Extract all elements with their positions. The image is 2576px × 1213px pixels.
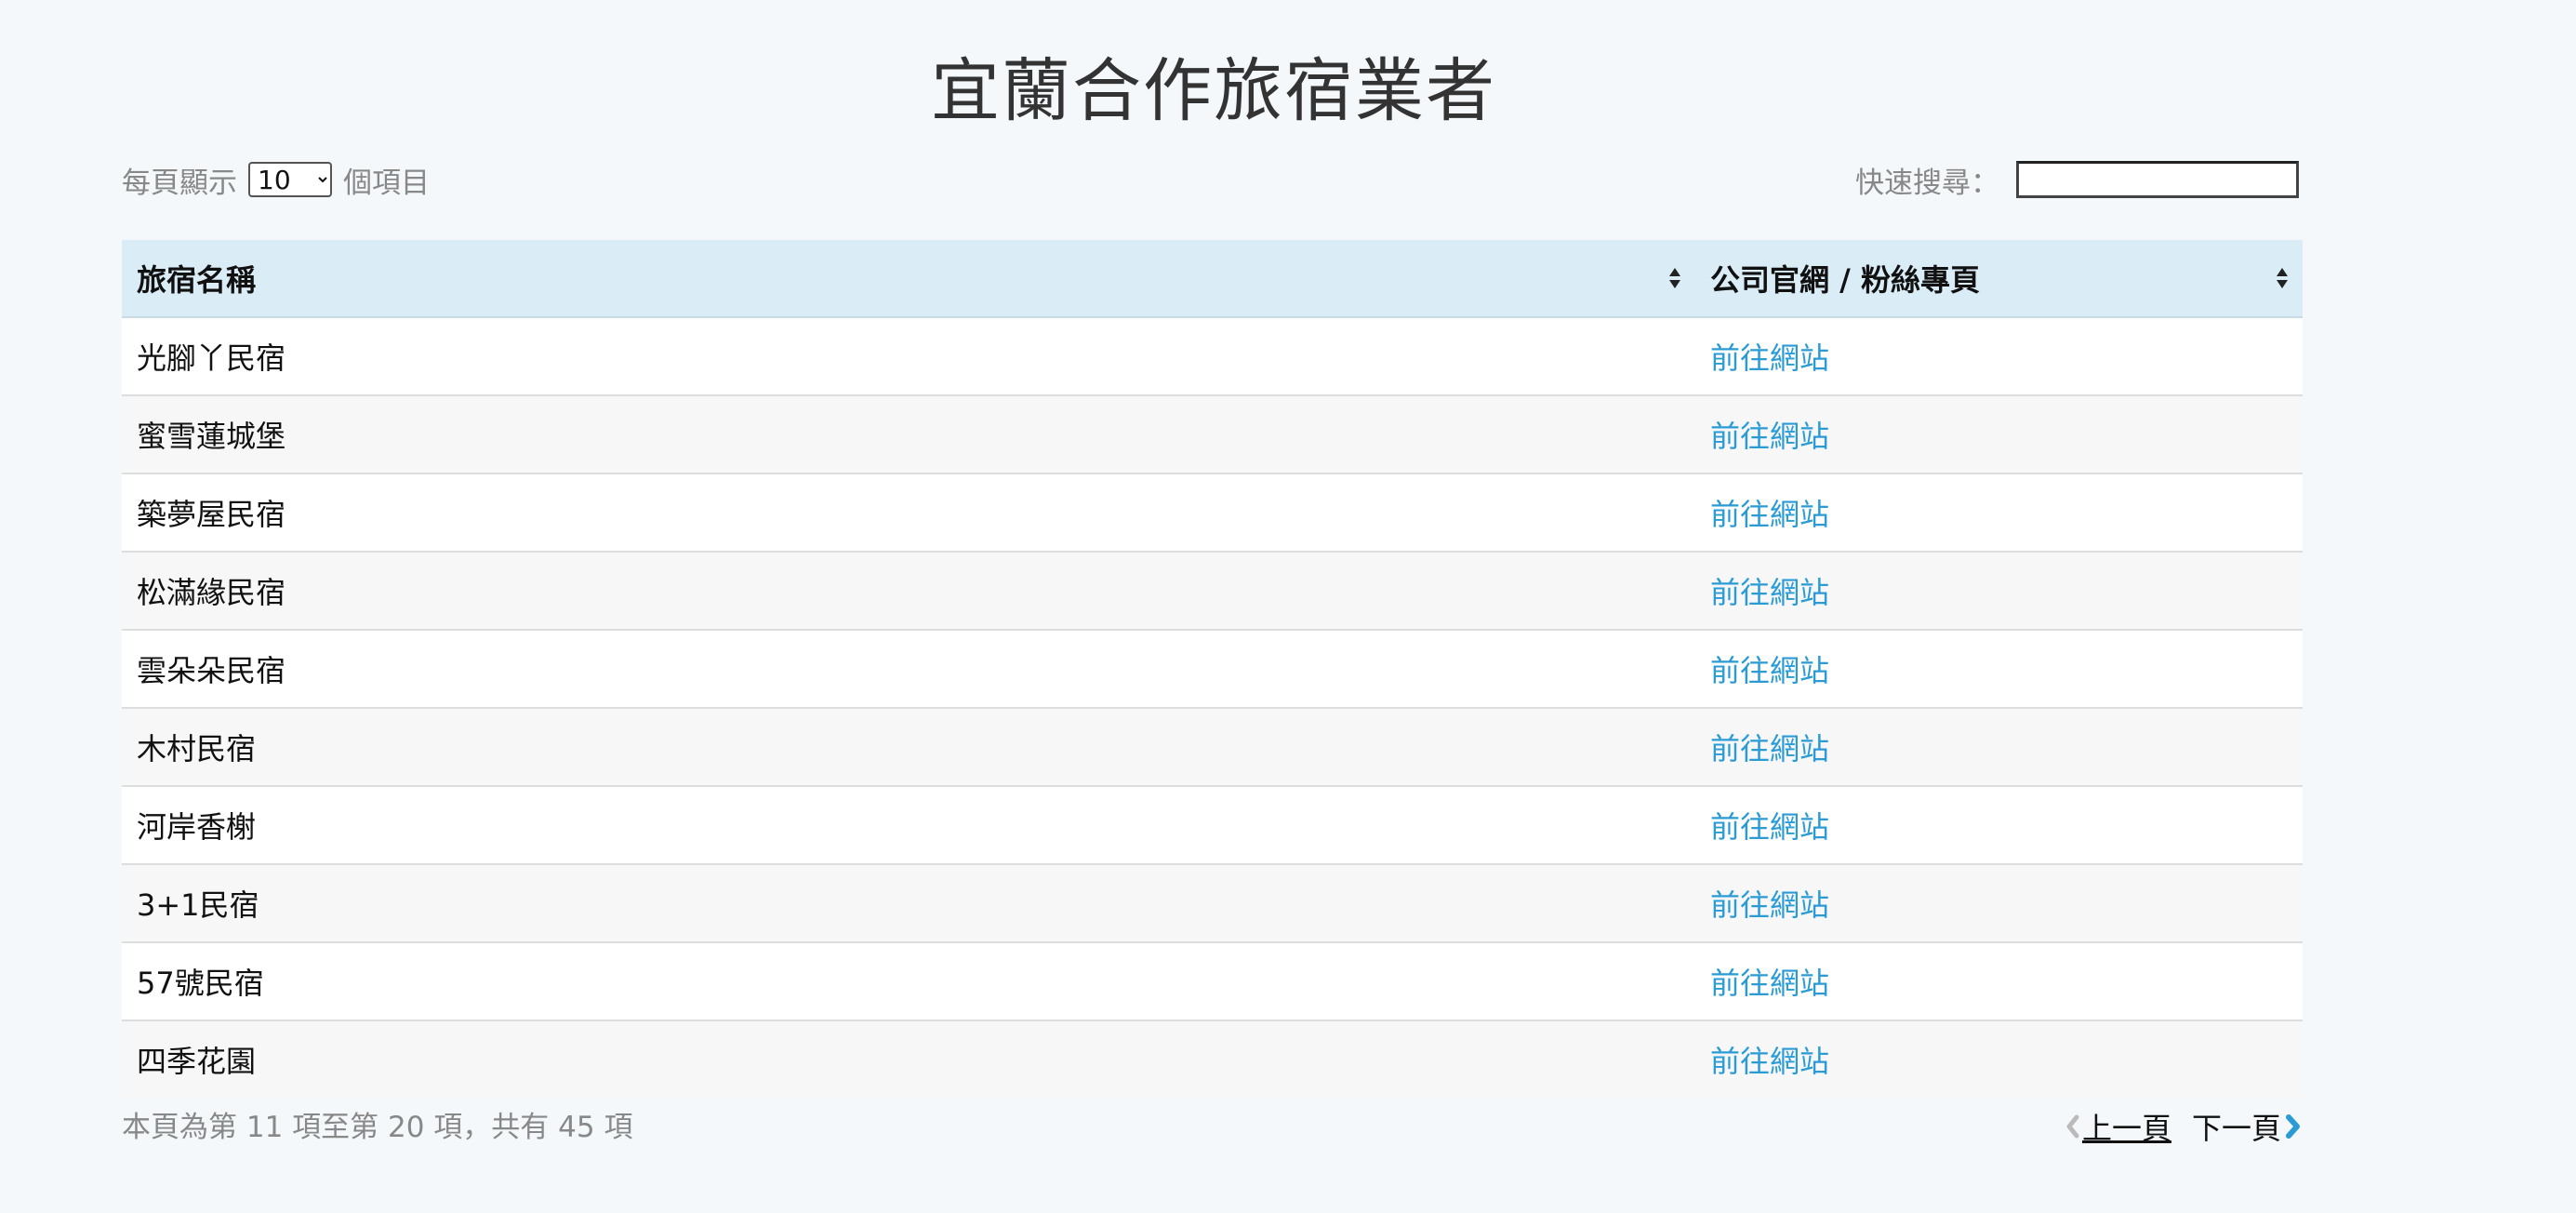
website-link[interactable]: 前往網站	[1710, 497, 1829, 532]
website-cell: 前往網站	[1695, 863, 2303, 942]
table-row: 築夢屋民宿 前往網站	[122, 473, 2303, 552]
table-row: 光腳丫民宿 前往網站	[122, 317, 2303, 395]
page-length-control: 每頁顯示 10 個項目	[122, 156, 430, 203]
website-cell: 前往網站	[1695, 629, 2303, 708]
website-link[interactable]: 前往網站	[1710, 966, 1829, 1001]
lodging-name-cell: 河岸香榭	[122, 785, 1695, 864]
next-page-button[interactable]: 下一頁	[2192, 1105, 2304, 1148]
lodging-name-cell: 雲朵朵民宿	[122, 629, 1695, 708]
website-link[interactable]: 前往網站	[1710, 809, 1829, 845]
website-cell: 前往網站	[1695, 1020, 2303, 1098]
sort-both-icon	[2277, 268, 2288, 288]
table-header-row: 旅宿名稱 公司官網 / 粉絲專頁	[122, 240, 2303, 318]
search-control: 快速搜尋：	[1855, 156, 2299, 203]
previous-page-button[interactable]: 上一頁	[2064, 1105, 2171, 1148]
lodging-name-cell: 光腳丫民宿	[122, 317, 1695, 395]
website-link[interactable]: 前往網站	[1710, 419, 1829, 454]
pagination: 上一頁 下一頁	[2064, 1103, 2304, 1150]
page-length-suffix: 個項目	[343, 166, 430, 200]
chevron-right-icon	[2286, 1114, 2300, 1139]
table-row: 3+1民宿 前往網站	[122, 863, 2303, 942]
lodging-name-cell: 3+1民宿	[122, 863, 1695, 942]
website-link[interactable]: 前往網站	[1710, 575, 1829, 610]
table-row: 松滿緣民宿 前往網站	[122, 551, 2303, 630]
search-label: 快速搜尋：	[1855, 166, 1999, 200]
table-row: 蜜雪蓮城堡 前往網站	[122, 394, 2303, 473]
column-header-name-label: 旅宿名稱	[137, 262, 257, 298]
column-header-website-label: 公司官網 / 粉絲專頁	[1710, 262, 1980, 298]
website-cell: 前往網站	[1695, 317, 2303, 395]
lodging-name-cell: 木村民宿	[122, 707, 1695, 786]
lodging-table: 旅宿名稱 公司官網 / 粉絲專頁 光腳丫民宿 前往網站 蜜雪蓮城堡 前往網站 築…	[122, 240, 2303, 1098]
column-header-name[interactable]: 旅宿名稱	[122, 240, 1695, 318]
website-link[interactable]: 前往網站	[1710, 731, 1829, 766]
lodging-name-cell: 蜜雪蓮城堡	[122, 394, 1695, 473]
website-cell: 前往網站	[1695, 473, 2303, 552]
website-cell: 前往網站	[1695, 394, 2303, 473]
page-length-prefix: 每頁顯示	[122, 166, 237, 200]
table-row: 河岸香榭 前往網站	[122, 785, 2303, 864]
website-cell: 前往網站	[1695, 551, 2303, 630]
lodging-name-cell: 築夢屋民宿	[122, 473, 1695, 552]
search-input[interactable]	[2016, 161, 2299, 198]
website-link[interactable]: 前往網站	[1710, 653, 1829, 688]
page-title: 宜蘭合作旅宿業者	[931, 51, 1496, 131]
next-page-label: 下一頁	[2191, 1111, 2281, 1146]
website-link[interactable]: 前往網站	[1710, 887, 1829, 923]
lodging-name-cell: 松滿緣民宿	[122, 551, 1695, 630]
sort-both-icon	[1669, 268, 1680, 288]
website-cell: 前往網站	[1695, 707, 2303, 786]
table-row: 木村民宿 前往網站	[122, 707, 2303, 786]
lodging-name-cell: 57號民宿	[122, 941, 1695, 1020]
page: 宜蘭合作旅宿業者 每頁顯示 10 個項目 快速搜尋： 旅宿名稱 公司官網 / 粉…	[0, 0, 2576, 1213]
table-row: 雲朵朵民宿 前往網站	[122, 629, 2303, 708]
previous-page-label: 上一頁	[2081, 1111, 2171, 1146]
website-cell: 前往網站	[1695, 941, 2303, 1020]
website-link[interactable]: 前往網站	[1710, 340, 1829, 376]
lodging-name-cell: 四季花園	[122, 1020, 1695, 1098]
website-cell: 前往網站	[1695, 785, 2303, 864]
table-row: 四季花園 前往網站	[122, 1020, 2303, 1098]
table-row: 57號民宿 前往網站	[122, 941, 2303, 1020]
table-info: 本頁為第 11 項至第 20 項，共有 45 項	[122, 1111, 633, 1144]
chevron-left-icon	[2066, 1114, 2079, 1139]
page-length-select[interactable]: 10	[248, 162, 332, 197]
website-link[interactable]: 前往網站	[1710, 1044, 1829, 1079]
column-header-website[interactable]: 公司官網 / 粉絲專頁	[1695, 240, 2303, 318]
